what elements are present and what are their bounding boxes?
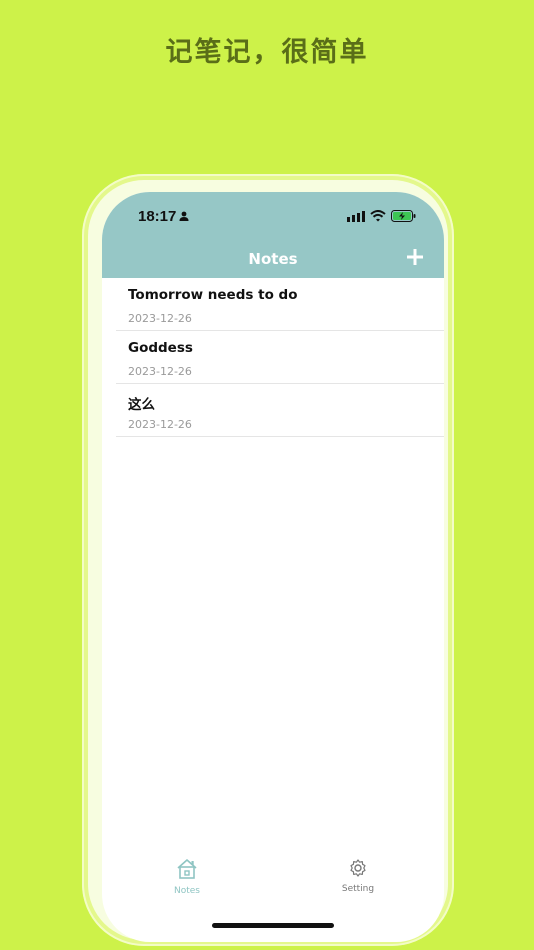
gear-icon <box>350 859 366 877</box>
page-title: Notes <box>248 250 298 268</box>
note-title: Tomorrow needs to do <box>128 287 298 303</box>
tab-notes-label: Notes <box>174 886 200 896</box>
note-item[interactable]: 这么 2023-12-26 <box>116 384 444 437</box>
note-title: Goddess <box>128 340 193 356</box>
note-item[interactable]: Goddess 2023-12-26 <box>116 331 444 384</box>
tab-bar: Notes Setting <box>102 858 444 902</box>
note-date: 2023-12-26 <box>128 365 192 378</box>
status-indicators <box>347 210 416 222</box>
top-bar: 18:17 Notes <box>102 192 444 278</box>
tab-setting-label: Setting <box>341 884 375 894</box>
notes-list: Tomorrow needs to do 2023-12-26 Goddess … <box>116 278 444 437</box>
app-screen: 18:17 Notes Tomorrow needs to do 2023-12… <box>102 192 444 942</box>
phone-frame: 18:17 Notes Tomorrow needs to do 2023-12… <box>82 174 454 946</box>
battery-charging-icon <box>391 210 416 222</box>
cellular-signal-icon <box>347 210 365 222</box>
tab-notes[interactable]: Notes <box>147 858 227 896</box>
phone-bezel: 18:17 Notes Tomorrow needs to do 2023-12… <box>88 180 448 942</box>
person-icon <box>179 211 189 221</box>
promo-headline: 记笔记，很简单 <box>165 37 369 68</box>
tab-setting[interactable]: Setting <box>318 858 398 894</box>
wifi-icon <box>370 210 386 222</box>
note-item[interactable]: Tomorrow needs to do 2023-12-26 <box>116 278 444 331</box>
add-note-button[interactable] <box>406 248 424 266</box>
home-icon <box>177 859 197 879</box>
note-title: 这么 <box>128 397 155 413</box>
note-date: 2023-12-26 <box>128 418 192 431</box>
home-indicator <box>212 923 334 928</box>
status-time: 18:17 <box>138 208 177 225</box>
note-date: 2023-12-26 <box>128 312 192 325</box>
